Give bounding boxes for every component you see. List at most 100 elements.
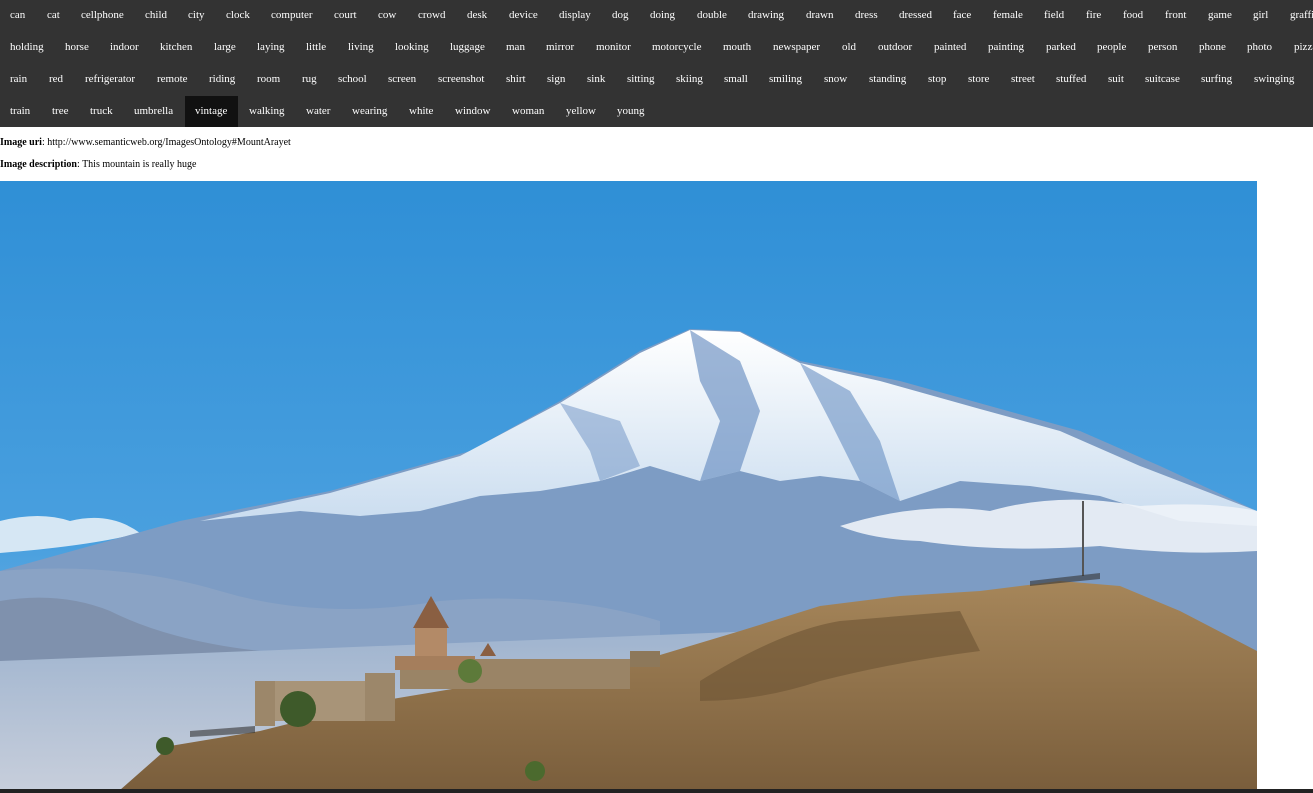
- tag-link-computer[interactable]: computer: [261, 0, 323, 32]
- tag-link-indoor[interactable]: indoor: [100, 32, 149, 64]
- tag-link-mirror[interactable]: mirror: [536, 32, 585, 64]
- tag-link-truck[interactable]: truck: [80, 96, 123, 127]
- tag-link-water[interactable]: water: [296, 96, 341, 127]
- tag-link-laying[interactable]: laying: [247, 32, 295, 64]
- tag-link-rug[interactable]: rug: [292, 64, 327, 96]
- tag-link-school[interactable]: school: [328, 64, 377, 96]
- tag-link-vintage[interactable]: vintage: [185, 96, 238, 127]
- tag-link-living[interactable]: living: [338, 32, 384, 64]
- tag-link-parked[interactable]: parked: [1036, 32, 1086, 64]
- tag-link-window[interactable]: window: [445, 96, 501, 127]
- tag-link-drawn[interactable]: drawn: [796, 0, 844, 32]
- tag-link-people[interactable]: people: [1087, 32, 1137, 64]
- tag-link-store[interactable]: store: [958, 64, 1000, 96]
- tag-link-screen[interactable]: screen: [378, 64, 427, 96]
- tag-link-female[interactable]: female: [983, 0, 1033, 32]
- tag-link-suitcase[interactable]: suitcase: [1135, 64, 1190, 96]
- tag-link-game[interactable]: game: [1198, 0, 1242, 32]
- tag-link-painting[interactable]: painting: [978, 32, 1035, 64]
- tag-link-newspaper[interactable]: newspaper: [763, 32, 831, 64]
- tag-link-display[interactable]: display: [549, 0, 601, 32]
- tag-link-smiling[interactable]: smiling: [759, 64, 813, 96]
- tag-link-cellphone[interactable]: cellphone: [71, 0, 134, 32]
- tag-link-field[interactable]: field: [1034, 0, 1075, 32]
- tag-link-man[interactable]: man: [496, 32, 535, 64]
- tag-link-screenshot[interactable]: screenshot: [428, 64, 495, 96]
- tag-link-surfing[interactable]: surfing: [1191, 64, 1243, 96]
- tag-link-mouth[interactable]: mouth: [713, 32, 762, 64]
- tag-link-snow[interactable]: snow: [814, 64, 858, 96]
- tag-link-device[interactable]: device: [499, 0, 548, 32]
- tag-link-red[interactable]: red: [39, 64, 74, 96]
- tag-link-kitchen[interactable]: kitchen: [150, 32, 203, 64]
- tag-link-riding[interactable]: riding: [199, 64, 246, 96]
- tag-link-horse[interactable]: horse: [55, 32, 99, 64]
- tag-link-person[interactable]: person: [1138, 32, 1188, 64]
- image-description-line: Image description: This mountain is real…: [0, 159, 197, 170]
- tag-link-phone[interactable]: phone: [1189, 32, 1236, 64]
- tag-link-rain[interactable]: rain: [0, 64, 38, 96]
- tag-link-wearing[interactable]: wearing: [342, 96, 398, 127]
- tag-link-remote[interactable]: remote: [147, 64, 198, 96]
- tag-link-crowd[interactable]: crowd: [408, 0, 456, 32]
- tag-link-sitting[interactable]: sitting: [617, 64, 665, 96]
- tag-link-dressed[interactable]: dressed: [889, 0, 942, 32]
- page-bottom-border: [0, 789, 1313, 793]
- tag-link-luggage[interactable]: luggage: [440, 32, 495, 64]
- tag-link-tree[interactable]: tree: [42, 96, 79, 127]
- tag-link-yellow[interactable]: yellow: [556, 96, 606, 127]
- tag-link-train[interactable]: train: [0, 96, 41, 127]
- tag-link-swinging[interactable]: swinging: [1244, 64, 1305, 96]
- tag-link-photo[interactable]: photo: [1237, 32, 1283, 64]
- tag-link-child[interactable]: child: [135, 0, 177, 32]
- tag-link-woman[interactable]: woman: [502, 96, 555, 127]
- tag-link-double[interactable]: double: [687, 0, 737, 32]
- tag-link-small[interactable]: small: [714, 64, 758, 96]
- tag-link-monitor[interactable]: monitor: [586, 32, 641, 64]
- tag-link-holding[interactable]: holding: [0, 32, 54, 64]
- tag-link-stuffed[interactable]: stuffed: [1046, 64, 1097, 96]
- tag-link-painted[interactable]: painted: [924, 32, 977, 64]
- tag-link-motorcycle[interactable]: motorcycle: [642, 32, 712, 64]
- tag-link-umbrella[interactable]: umbrella: [124, 96, 184, 127]
- tag-link-stop[interactable]: stop: [918, 64, 957, 96]
- tag-link-can[interactable]: can: [0, 0, 36, 32]
- tag-link-outdoor[interactable]: outdoor: [868, 32, 923, 64]
- tag-link-table[interactable]: table: [1306, 64, 1313, 96]
- tag-link-desk[interactable]: desk: [457, 0, 498, 32]
- tag-navigation-bar: can cat cellphone child city clock computer cou…: [0, 0, 1313, 127]
- tag-link-sink[interactable]: sink: [577, 64, 616, 96]
- tag-link-drawing[interactable]: drawing: [738, 0, 795, 32]
- tag-link-cat[interactable]: cat: [37, 0, 70, 32]
- tag-link-face[interactable]: face: [943, 0, 982, 32]
- tag-link-walking[interactable]: walking: [239, 96, 295, 127]
- tag-link-pizza[interactable]: pizza: [1284, 32, 1313, 64]
- tag-link-standing[interactable]: standing: [859, 64, 917, 96]
- tag-link-looking[interactable]: looking: [385, 32, 439, 64]
- tag-link-sign[interactable]: sign: [537, 64, 576, 96]
- tag-link-suit[interactable]: suit: [1098, 64, 1134, 96]
- tag-link-little[interactable]: little: [296, 32, 337, 64]
- tag-link-doing[interactable]: doing: [640, 0, 686, 32]
- tag-link-room[interactable]: room: [247, 64, 291, 96]
- tag-link-white[interactable]: white: [399, 96, 444, 127]
- tag-link-fire[interactable]: fire: [1076, 0, 1112, 32]
- tag-link-dog[interactable]: dog: [602, 0, 639, 32]
- image-uri-line: Image uri: http://www.semanticweb.org/Im…: [0, 137, 291, 148]
- tag-link-food[interactable]: food: [1113, 0, 1154, 32]
- tag-link-court[interactable]: court: [324, 0, 367, 32]
- tag-link-skiing[interactable]: skiing: [666, 64, 713, 96]
- tag-link-front[interactable]: front: [1155, 0, 1197, 32]
- tag-link-large[interactable]: large: [204, 32, 246, 64]
- tag-link-old[interactable]: old: [832, 32, 867, 64]
- tag-link-girl[interactable]: girl: [1243, 0, 1279, 32]
- tag-link-graffiti[interactable]: graffiti: [1280, 0, 1313, 32]
- tag-link-refrigerator[interactable]: refrigerator: [75, 64, 146, 96]
- tag-link-cow[interactable]: cow: [368, 0, 407, 32]
- tag-link-city[interactable]: city: [178, 0, 215, 32]
- tag-link-shirt[interactable]: shirt: [496, 64, 536, 96]
- tag-link-dress[interactable]: dress: [845, 0, 888, 32]
- tag-link-street[interactable]: street: [1001, 64, 1045, 96]
- tag-link-clock[interactable]: clock: [216, 0, 260, 32]
- tag-link-young[interactable]: young: [607, 96, 655, 127]
